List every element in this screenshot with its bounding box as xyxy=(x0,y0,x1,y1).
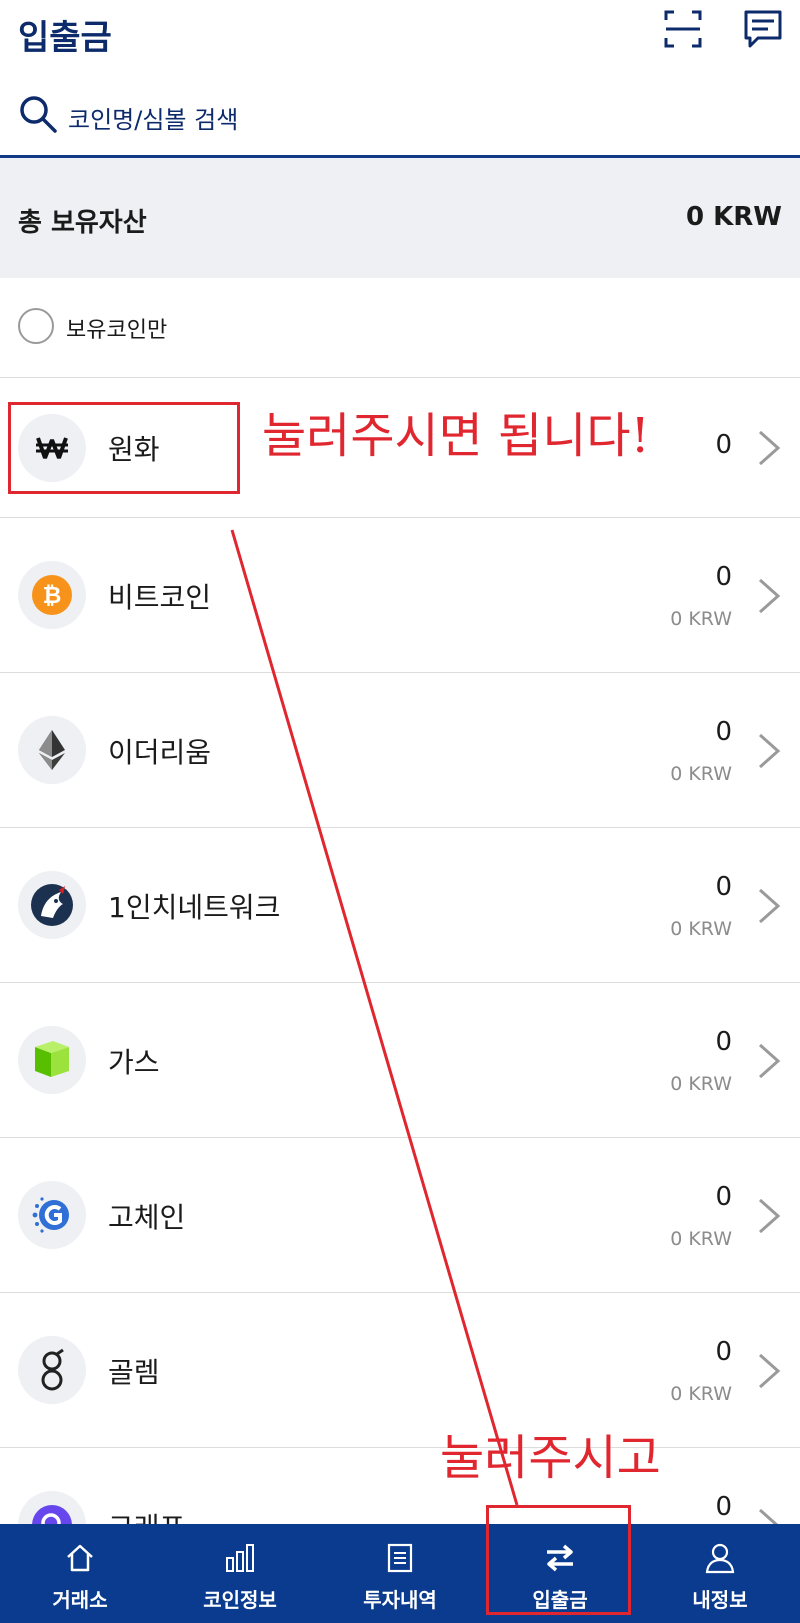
page-title: 입출금 xyxy=(18,18,112,58)
coin-quantity: 0 xyxy=(715,430,732,460)
coin-list: 원화 0 ₿ 비트코인 0 0 KRW 이더리움 0 0 KRW 1인치네트워크… xyxy=(0,378,800,1603)
coin-quantity: 0 xyxy=(715,1492,732,1522)
total-assets-summary: 총 보유자산 0 KRW xyxy=(0,158,800,278)
chevron-right-icon xyxy=(759,888,781,924)
scan-icon[interactable] xyxy=(662,8,704,50)
coin-krw-value: 0 KRW xyxy=(670,918,732,940)
total-assets-value: 0 KRW xyxy=(686,202,782,232)
coin-quantity: 0 xyxy=(715,872,732,902)
coin-name: 골렘 xyxy=(108,1356,160,1389)
coin-krw-value: 0 KRW xyxy=(670,763,732,785)
gas-icon xyxy=(18,1026,86,1094)
tab-label: 내정보 xyxy=(692,1588,748,1612)
annotation-text-press-here: 눌러주시면 됩니다! xyxy=(262,408,650,464)
search-bar[interactable]: 코인명/심볼 검색 xyxy=(0,78,800,158)
bar-chart-icon xyxy=(226,1544,254,1572)
coin-name: 이더리움 xyxy=(108,736,212,769)
search-input[interactable]: 코인명/심볼 검색 xyxy=(68,100,238,135)
coin-quantity: 0 xyxy=(715,1182,732,1212)
user-icon xyxy=(705,1543,735,1574)
coin-row-golem[interactable]: 골렘 0 0 KRW xyxy=(0,1293,800,1448)
coin-krw-value: 0 KRW xyxy=(670,1073,732,1095)
bitcoin-icon: ₿ xyxy=(18,561,86,629)
coin-row-bitcoin[interactable]: ₿ 비트코인 0 0 KRW xyxy=(0,518,800,673)
home-icon xyxy=(67,1544,93,1572)
coin-quantity: 0 xyxy=(715,1337,732,1367)
coin-quantity: 0 xyxy=(715,562,732,592)
owned-only-label: 보유코인만 xyxy=(66,318,168,343)
chevron-right-icon xyxy=(759,1353,781,1389)
total-assets-label: 총 보유자산 xyxy=(18,208,147,238)
coin-name: 가스 xyxy=(108,1046,160,1079)
tab-label: 거래소 xyxy=(52,1588,108,1612)
owned-only-radio[interactable] xyxy=(18,308,54,344)
annotation-highlight-krw xyxy=(8,402,240,494)
search-icon xyxy=(20,96,57,133)
chevron-right-icon xyxy=(759,430,781,466)
tab-my-info[interactable]: 내정보 xyxy=(640,1524,800,1623)
annotation-highlight-tab xyxy=(486,1505,631,1615)
golem-icon xyxy=(18,1336,86,1404)
coin-quantity: 0 xyxy=(715,717,732,747)
gochain-icon xyxy=(18,1181,86,1249)
tab-exchange[interactable]: 거래소 xyxy=(0,1524,160,1623)
coin-row-gas[interactable]: 가스 0 0 KRW xyxy=(0,983,800,1138)
tab-label: 코인정보 xyxy=(203,1588,277,1612)
chevron-right-icon xyxy=(759,733,781,769)
app-header: 입출금 xyxy=(0,0,800,70)
ethereum-icon xyxy=(18,716,86,784)
tab-label: 투자내역 xyxy=(363,1588,437,1612)
svg-text:₿: ₿ xyxy=(43,583,62,609)
coin-quantity: 0 xyxy=(715,1027,732,1057)
owned-coins-filter[interactable]: 보유코인만 xyxy=(0,278,800,378)
coin-krw-value: 0 KRW xyxy=(670,608,732,630)
tab-investment-history[interactable]: 투자내역 xyxy=(320,1524,480,1623)
chat-icon[interactable] xyxy=(742,8,784,50)
coin-name: 고체인 xyxy=(108,1201,186,1234)
annotation-text-press-first: 눌러주시고 xyxy=(440,1430,661,1486)
chevron-right-icon xyxy=(759,578,781,614)
bottom-tab-bar: 거래소 코인정보 투자내역 입출금 내정보 xyxy=(0,1524,800,1623)
coin-name: 1인치네트워크 xyxy=(108,891,281,924)
coin-row-1inch[interactable]: 1인치네트워크 0 0 KRW xyxy=(0,828,800,983)
coin-name: 비트코인 xyxy=(108,581,212,614)
chevron-right-icon xyxy=(759,1198,781,1234)
document-icon xyxy=(387,1543,413,1573)
chevron-right-icon xyxy=(759,1043,781,1079)
tab-coin-info[interactable]: 코인정보 xyxy=(160,1524,320,1623)
1inch-icon xyxy=(18,871,86,939)
coin-row-ethereum[interactable]: 이더리움 0 0 KRW xyxy=(0,673,800,828)
coin-krw-value: 0 KRW xyxy=(670,1383,732,1405)
coin-krw-value: 0 KRW xyxy=(670,1228,732,1250)
coin-row-gochain[interactable]: 고체인 0 0 KRW xyxy=(0,1138,800,1293)
